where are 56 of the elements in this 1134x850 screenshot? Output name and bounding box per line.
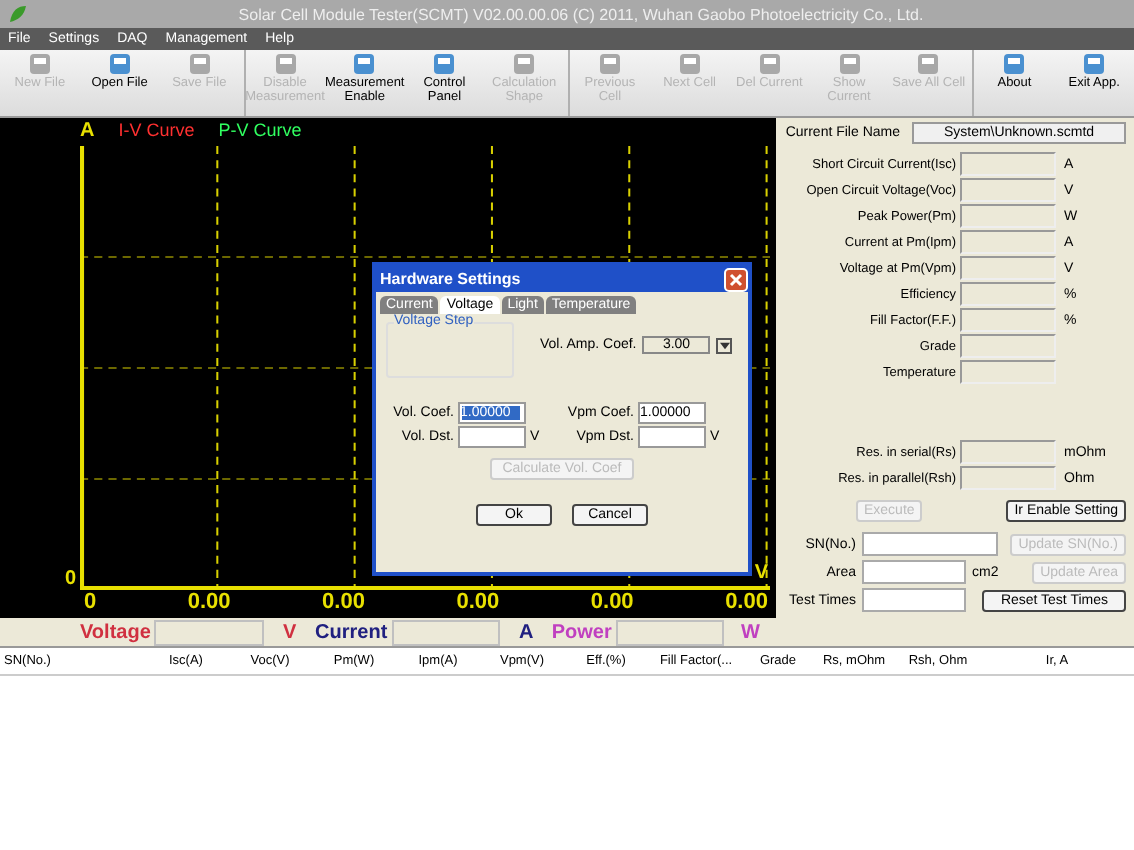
area-field[interactable]	[862, 560, 966, 584]
reading-unit: W	[739, 621, 762, 643]
tile-icon	[187, 52, 212, 76]
result-field	[960, 204, 1056, 228]
tile-icon	[916, 52, 941, 76]
result-field	[960, 230, 1056, 254]
result-field	[960, 282, 1056, 306]
result-field	[960, 152, 1056, 176]
legend-label: I-V Curve	[118, 120, 195, 140]
reading-field	[391, 619, 501, 645]
input-field[interactable]	[638, 426, 706, 448]
axis-unit: A	[80, 119, 95, 141]
tile-icon	[757, 52, 782, 76]
tile-icon	[1082, 52, 1107, 76]
reading-label: Power	[551, 621, 612, 643]
sn-field[interactable]	[862, 532, 998, 556]
result-field	[960, 308, 1056, 332]
axis-tick-label: 0.00	[322, 590, 365, 614]
tile-icon	[512, 52, 537, 76]
tile-icon	[27, 52, 52, 76]
result-field	[960, 466, 1056, 490]
input-field[interactable]	[458, 426, 526, 448]
result-field	[960, 256, 1056, 280]
axis-tick-label: 0.00	[725, 590, 768, 614]
tile-icon	[597, 52, 622, 76]
result-field	[960, 440, 1056, 464]
reading-label: Voltage	[80, 621, 151, 643]
leaf-icon	[8, 4, 28, 24]
axis-tick-label: 0	[84, 590, 97, 614]
axis-tick-label: 0.00	[456, 590, 500, 614]
tile-icon	[677, 52, 702, 76]
tile-icon	[352, 52, 377, 76]
tile-icon	[432, 52, 457, 76]
result-field	[960, 334, 1056, 358]
axis-tick-label: 0.00	[590, 590, 634, 614]
axis-unit: V	[754, 562, 768, 584]
axis-tick-label: 0.00	[187, 590, 231, 614]
caret-icon	[719, 342, 730, 350]
window-title: Solar Cell Module Tester(SCMT) V02.00.00.06 (C) 2011, Wuhan Gaobo Photoelectricity Co., Ltd.	[236, 5, 926, 23]
axis-tick-label: 0	[62, 568, 78, 590]
legend-label: P-V Curve	[218, 120, 302, 140]
reading-unit: V	[280, 621, 299, 643]
reading-label: Current	[315, 621, 388, 643]
tile-icon	[107, 52, 132, 76]
dialog-title: Hardware Settings	[380, 270, 521, 288]
reading-unit: A	[516, 621, 536, 643]
reading-field	[154, 619, 264, 645]
close-icon[interactable]	[724, 267, 748, 291]
test-times-field	[862, 588, 966, 612]
tile-icon	[273, 52, 297, 76]
result-field	[960, 360, 1056, 384]
tile-icon	[1002, 52, 1027, 76]
spin-button[interactable]	[716, 338, 733, 354]
tile-icon	[837, 52, 862, 76]
result-field	[960, 178, 1056, 202]
reading-field	[615, 619, 725, 645]
